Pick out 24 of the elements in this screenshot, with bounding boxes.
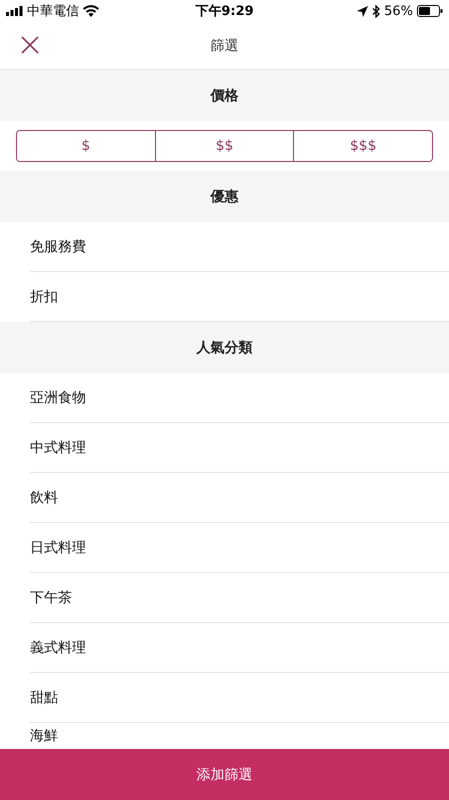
- wifi-icon: [83, 5, 99, 17]
- location-arrow-icon: [357, 6, 368, 16]
- carrier-name: 中華電信: [27, 3, 79, 20]
- bluetooth-icon: [372, 4, 380, 18]
- filter-option[interactable]: 飲料: [30, 473, 449, 523]
- close-icon[interactable]: [21, 36, 39, 54]
- filter-option[interactable]: 下午茶: [30, 573, 449, 623]
- section-header: 人氣分類: [0, 322, 449, 373]
- section-header: 價格: [0, 70, 449, 121]
- filter-option[interactable]: 海鮮: [30, 723, 449, 748]
- battery-percent: 56%: [384, 4, 413, 18]
- price-option[interactable]: $$$: [293, 131, 432, 161]
- filter-option[interactable]: 義式料理: [30, 623, 449, 673]
- filter-option[interactable]: 甜點: [30, 673, 449, 723]
- filter-option[interactable]: 中式料理: [30, 423, 449, 473]
- battery-icon: [417, 5, 443, 17]
- clock-time: 下午9:29: [195, 3, 254, 20]
- add-filter-button[interactable]: 添加篩選: [0, 749, 449, 800]
- signal-icon: [6, 6, 23, 16]
- screen-title: 篩選: [210, 36, 238, 54]
- filter-option[interactable]: 亞洲食物: [30, 373, 449, 423]
- filter-option[interactable]: 免服務費: [30, 222, 449, 272]
- filter-option[interactable]: 日式料理: [30, 523, 449, 573]
- section-header: 優惠: [0, 171, 449, 222]
